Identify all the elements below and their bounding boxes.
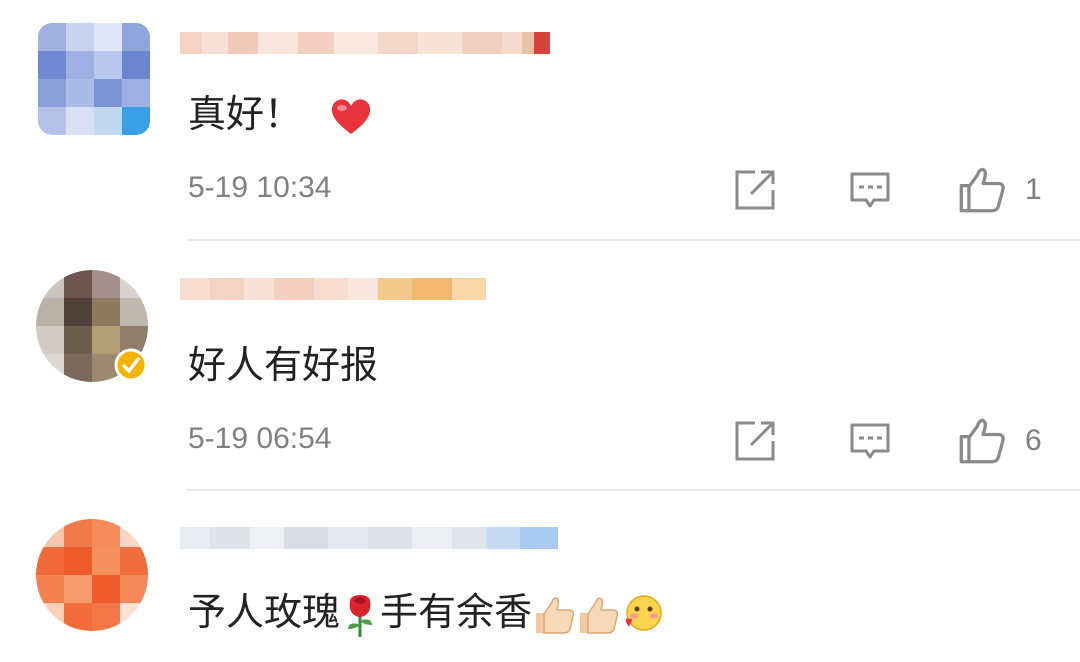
username[interactable] xyxy=(180,521,560,553)
rose-emoji xyxy=(348,594,373,637)
verified-badge-icon xyxy=(114,348,148,382)
avatar[interactable] xyxy=(36,519,148,631)
comment-time: 5-19 10:34 xyxy=(188,171,332,204)
thumbs-up-emoji xyxy=(536,597,575,634)
repost-icon[interactable] xyxy=(733,168,777,212)
repost-icon[interactable] xyxy=(733,419,777,463)
username[interactable] xyxy=(180,26,560,58)
like-count: 6 xyxy=(1025,424,1042,457)
comment-text-part: 予人玫瑰 xyxy=(188,590,341,634)
comment-text: 好人有好报 xyxy=(188,343,379,387)
reply-icon[interactable] xyxy=(848,168,892,212)
avatar[interactable] xyxy=(38,23,150,135)
blushing-kiss-emoji xyxy=(625,594,662,631)
comment-item[interactable]: 真好！ 5-19 10:34 1 xyxy=(0,0,1080,240)
like-icon[interactable] xyxy=(958,166,1006,214)
username[interactable] xyxy=(180,272,560,304)
like-icon[interactable] xyxy=(958,417,1006,465)
comment-text-main: 真好！ xyxy=(188,92,303,136)
comment-text: 真好！ xyxy=(188,90,372,138)
reply-icon[interactable] xyxy=(848,419,892,463)
like-count: 1 xyxy=(1025,173,1042,206)
thumbs-up-emoji xyxy=(580,597,619,634)
comment-item[interactable]: 好人有好报 5-19 06:54 6 xyxy=(0,241,1080,490)
heart-emoji xyxy=(331,98,371,134)
comment-text: 予人玫瑰 手有余香 xyxy=(188,588,664,639)
comment-text-part: 手有余香 xyxy=(380,590,533,634)
comment-item[interactable]: 予人玫瑰 手有余香 xyxy=(0,491,1080,662)
comment-time: 5-19 06:54 xyxy=(188,422,332,455)
